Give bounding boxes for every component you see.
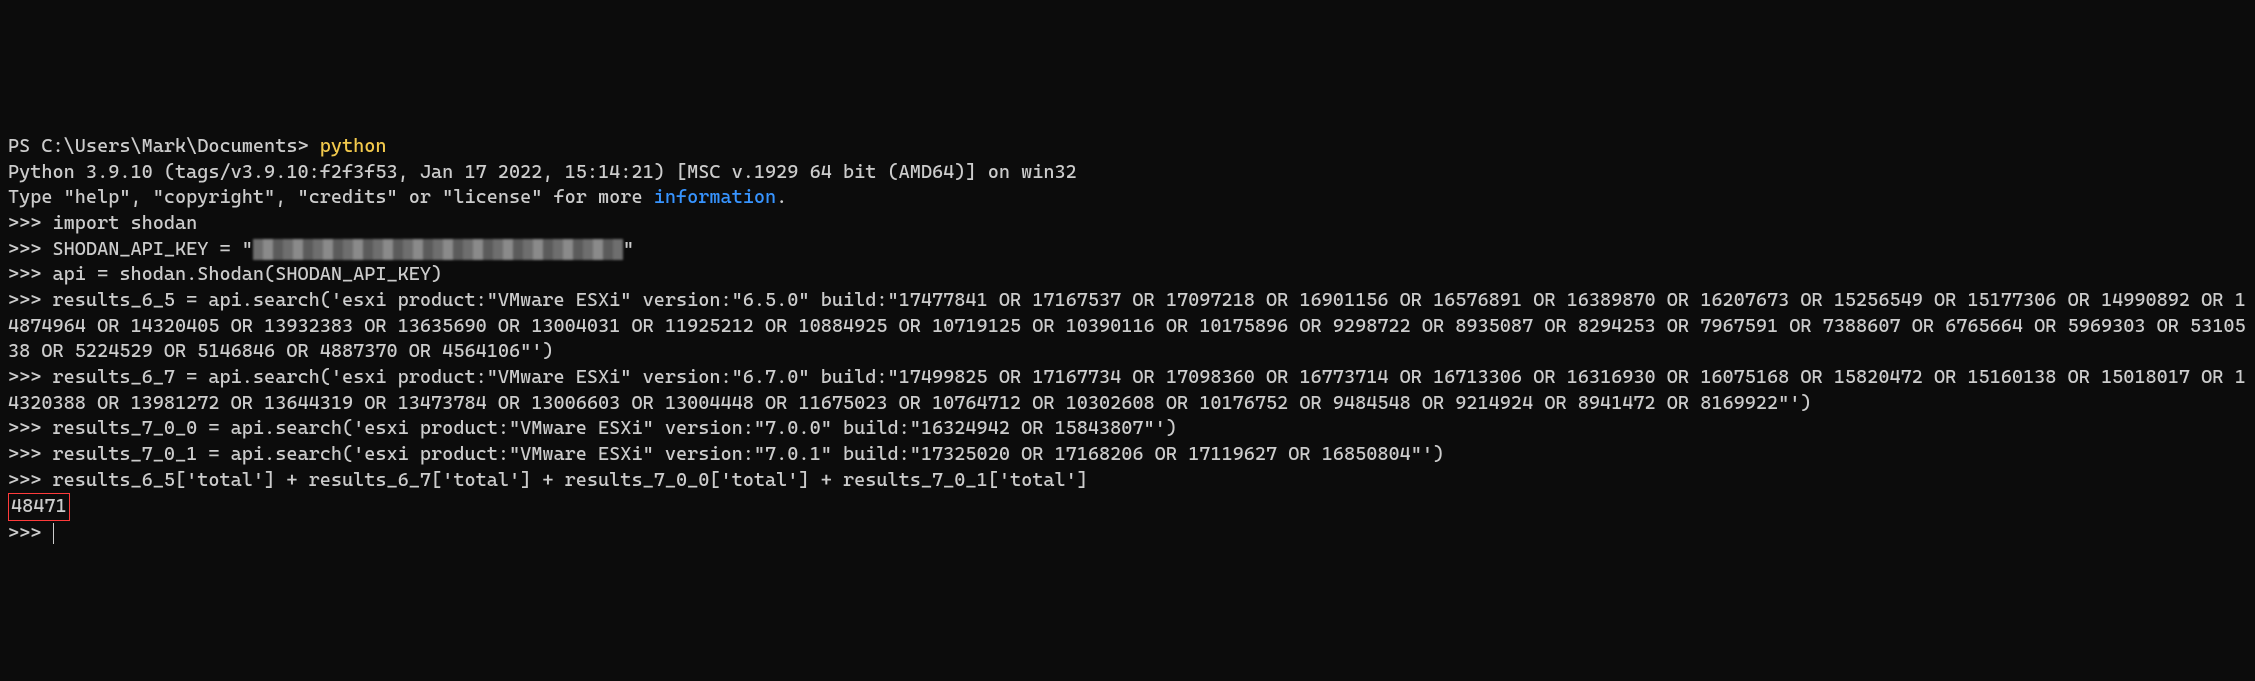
python-banner-line2b: . — [776, 186, 787, 208]
repl-line-apikey-a: SHODAN_API_KEY = " — [53, 238, 253, 260]
repl-prompt: >>> — [8, 469, 53, 491]
repl-line-results-6-7: results_6_7 = api.search('esxi product:"… — [8, 366, 2246, 414]
repl-line-sum: results_6_5['total'] + results_6_7['tota… — [53, 469, 1088, 491]
repl-prompt: >>> — [8, 238, 53, 260]
repl-prompt: >>> — [8, 212, 53, 234]
terminal[interactable]: PS C:\Users\Mark\Documents> python Pytho… — [0, 128, 2255, 552]
repl-prompt: >>> — [8, 522, 53, 544]
python-banner-line1: Python 3.9.10 (tags/v3.9.10:f2f3f53, Jan… — [8, 161, 1077, 183]
repl-line-api-init: api = shodan.Shodan(SHODAN_API_KEY) — [53, 263, 443, 285]
python-banner-information-link: information — [654, 186, 776, 208]
repl-prompt: >>> — [8, 289, 53, 311]
python-banner-line2a: Type "help", "copyright", "credits" or "… — [8, 186, 654, 208]
redacted-api-key — [253, 239, 623, 260]
repl-line-import: import shodan — [53, 212, 198, 234]
repl-output-total: 48471 — [8, 493, 70, 521]
repl-prompt: >>> — [8, 263, 53, 285]
command-python: python — [320, 135, 387, 157]
repl-line-apikey-b: " — [623, 238, 634, 260]
repl-line-results-6-5: results_6_5 = api.search('esxi product:"… — [8, 289, 2246, 362]
repl-line-results-7-0-0: results_7_0_0 = api.search('esxi product… — [53, 417, 1177, 439]
text-cursor — [53, 523, 54, 544]
repl-prompt: >>> — [8, 417, 53, 439]
repl-line-results-7-0-1: results_7_0_1 = api.search('esxi product… — [53, 443, 1445, 465]
repl-prompt: >>> — [8, 443, 53, 465]
repl-prompt: >>> — [8, 366, 53, 388]
powershell-prompt: PS C:\Users\Mark\Documents> — [8, 135, 320, 157]
